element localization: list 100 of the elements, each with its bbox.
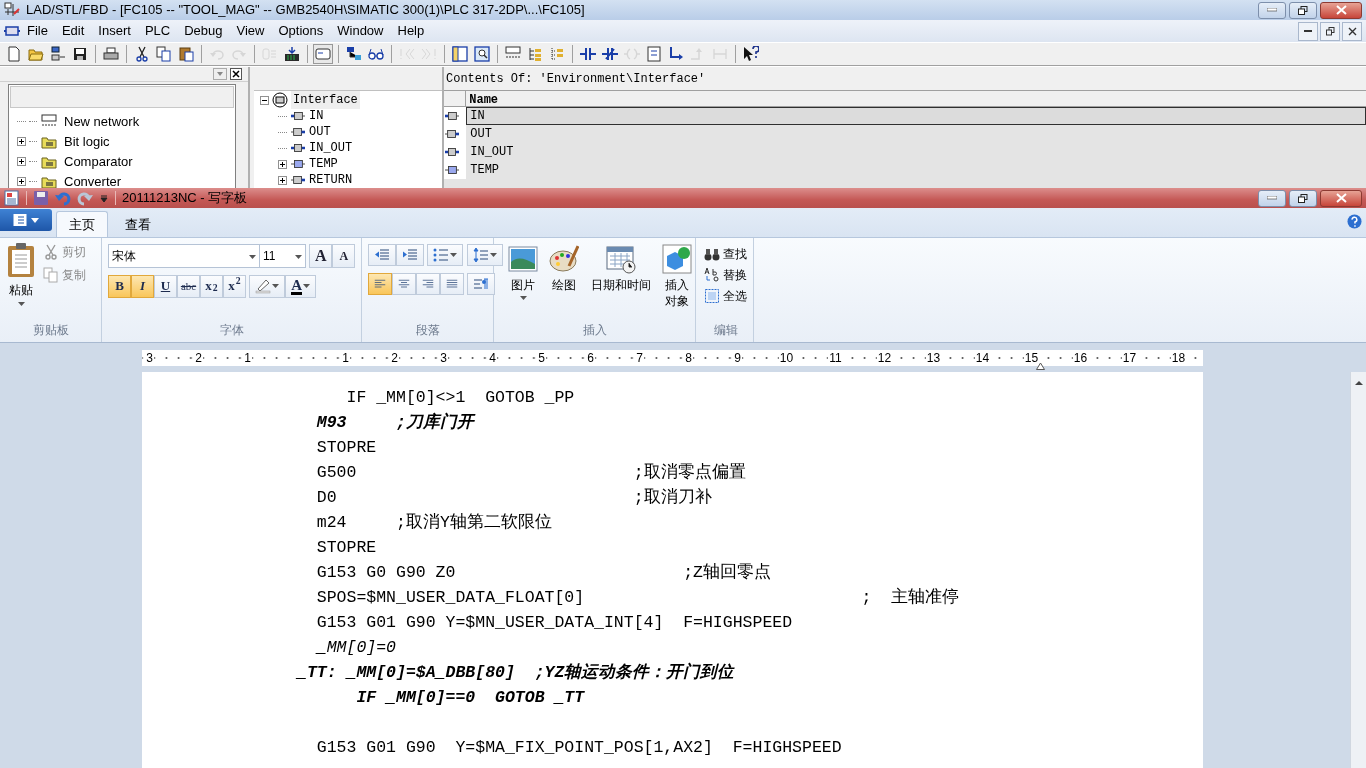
tree-item[interactable]: TEMP bbox=[309, 155, 338, 173]
ruler-number: 11 bbox=[828, 350, 843, 365]
tree-item[interactable]: IN_OUT bbox=[309, 139, 353, 157]
document-line: _TT: _MM[0]=$A_DBB[80] ;YZ轴运动条件：开门到位 bbox=[294, 661, 736, 684]
line-spacing-button[interactable] bbox=[466, 244, 503, 266]
copy-icon bbox=[42, 267, 59, 284]
inout-pin-icon bbox=[290, 141, 306, 155]
menu-item[interactable]: File bbox=[20, 21, 55, 41]
select-all-button[interactable]: 全选 bbox=[704, 286, 747, 306]
align-left-button[interactable] bbox=[368, 272, 392, 295]
close-button[interactable] bbox=[1320, 1, 1362, 19]
date-time-button[interactable]: 日期和时间 bbox=[586, 244, 655, 309]
menu-item[interactable]: Debug bbox=[177, 21, 230, 41]
tree-item[interactable]: Bit logic bbox=[64, 131, 110, 152]
menu-item[interactable]: PLC bbox=[137, 21, 178, 41]
close-button[interactable] bbox=[1320, 189, 1362, 207]
minimize-button[interactable] bbox=[1298, 21, 1318, 41]
panel-button[interactable] bbox=[450, 44, 470, 64]
list-button[interactable] bbox=[427, 244, 464, 266]
paragraph-button[interactable] bbox=[467, 272, 496, 295]
download-button[interactable] bbox=[282, 44, 302, 64]
align-center-button[interactable] bbox=[392, 272, 416, 295]
tree-item[interactable]: Interface bbox=[291, 91, 360, 109]
window-title: 20111213NC - 写字板 bbox=[122, 189, 248, 208]
font-size-field[interactable]: 11 bbox=[260, 244, 306, 268]
format-button[interactable]: x$_{2}$ bbox=[200, 274, 223, 298]
tree-item[interactable]: IN bbox=[309, 107, 324, 125]
save-icon[interactable] bbox=[33, 190, 49, 206]
restore-button[interactable] bbox=[1320, 21, 1340, 41]
document-line: IF _MM[0]==0 GOTOB _TT bbox=[355, 687, 586, 709]
replace-button[interactable]: 替换 bbox=[704, 265, 747, 285]
format-button[interactable]: abc bbox=[177, 274, 200, 298]
tree-item[interactable]: Comparator bbox=[64, 151, 133, 172]
paint-button[interactable]: 绘图 bbox=[545, 244, 584, 309]
list-row[interactable]: OUT bbox=[466, 125, 1366, 143]
help-icon[interactable] bbox=[1347, 214, 1362, 230]
picture-button[interactable]: 图片 bbox=[504, 244, 542, 309]
font-family-field[interactable]: 宋体 bbox=[108, 244, 260, 268]
find-button[interactable]: 查找 bbox=[704, 244, 747, 264]
ruler-number: 17 bbox=[1121, 350, 1138, 365]
group-label: 段落 bbox=[414, 322, 441, 339]
tree-item[interactable]: OUT bbox=[309, 123, 331, 141]
redo-arrow-icon[interactable] bbox=[77, 190, 93, 206]
expand-icon[interactable] bbox=[17, 157, 26, 166]
insert-object-button[interactable]: 插入 对象 bbox=[657, 244, 696, 309]
ribbon-tab[interactable]: 查看 bbox=[112, 211, 164, 237]
ruler-number: 5 bbox=[537, 350, 546, 365]
ribbon-tab[interactable]: 主页 bbox=[56, 211, 108, 237]
menu-item[interactable]: Edit bbox=[54, 21, 92, 41]
expand-icon[interactable] bbox=[278, 175, 287, 185]
tree-item[interactable]: Converter bbox=[64, 171, 122, 192]
restore-button[interactable] bbox=[1288, 189, 1317, 207]
list-row[interactable]: IN bbox=[466, 107, 1366, 125]
increase-indent-button[interactable] bbox=[396, 244, 424, 266]
menu-item[interactable]: Help bbox=[390, 21, 432, 41]
format-button[interactable]: I bbox=[131, 274, 154, 298]
copy-button[interactable] bbox=[154, 44, 174, 64]
application-menu-button[interactable] bbox=[0, 209, 52, 231]
menu-item[interactable]: Options bbox=[271, 21, 331, 41]
tree-item[interactable]: RETURN bbox=[309, 171, 353, 188]
list-row[interactable]: IN_OUT bbox=[466, 143, 1366, 161]
paste-button[interactable]: 粘贴 bbox=[6, 242, 36, 306]
close-button[interactable] bbox=[1342, 21, 1362, 41]
collapse-icon[interactable] bbox=[260, 95, 269, 105]
format-button[interactable]: B bbox=[108, 274, 131, 298]
paste-button[interactable] bbox=[176, 44, 196, 64]
restore-button[interactable] bbox=[1288, 1, 1317, 19]
close-icon bbox=[1335, 5, 1347, 15]
minimize-icon bbox=[1304, 29, 1312, 33]
ruler-number: 14 bbox=[974, 350, 991, 365]
network-access-button[interactable] bbox=[48, 44, 68, 64]
menu-item[interactable]: Window bbox=[330, 21, 391, 41]
search-window-button[interactable] bbox=[472, 44, 492, 64]
align-right-button[interactable] bbox=[416, 272, 440, 295]
grow-font-button[interactable]: A bbox=[309, 244, 333, 268]
expand-icon[interactable] bbox=[17, 137, 26, 146]
scrollbar[interactable] bbox=[1350, 372, 1366, 768]
menu-item[interactable]: Insert bbox=[91, 21, 138, 41]
close-icon[interactable] bbox=[230, 68, 242, 80]
list-row[interactable]: TEMP bbox=[466, 161, 1366, 179]
expand-icon[interactable] bbox=[278, 159, 287, 169]
document-line: IF _MM[0]<>1 GOTOB _PP bbox=[345, 387, 576, 409]
window-button[interactable] bbox=[313, 44, 333, 64]
highlight-button[interactable] bbox=[249, 274, 286, 298]
format-button[interactable]: U bbox=[154, 274, 177, 298]
output-pin-icon bbox=[444, 127, 460, 141]
align-justify-button[interactable] bbox=[440, 272, 464, 295]
decrease-indent-button[interactable] bbox=[368, 244, 396, 266]
format-button[interactable]: x$^{2}$ bbox=[223, 274, 246, 298]
document-line: G153 G0 G90 Z0 ;Z轴回零点 bbox=[315, 562, 772, 584]
wordpad-icon bbox=[4, 190, 20, 206]
tree-item[interactable]: New network bbox=[64, 111, 140, 132]
font-color-button[interactable]: A bbox=[285, 274, 317, 298]
paste-icon bbox=[178, 46, 194, 62]
menu-item[interactable]: View bbox=[229, 21, 272, 41]
help-pointer-button[interactable] bbox=[741, 44, 761, 64]
group-label: 插入 bbox=[581, 322, 608, 339]
expand-icon[interactable] bbox=[17, 177, 26, 186]
dropdown-arrow-icon[interactable] bbox=[99, 193, 109, 203]
shrink-font-button[interactable]: A bbox=[332, 244, 356, 268]
